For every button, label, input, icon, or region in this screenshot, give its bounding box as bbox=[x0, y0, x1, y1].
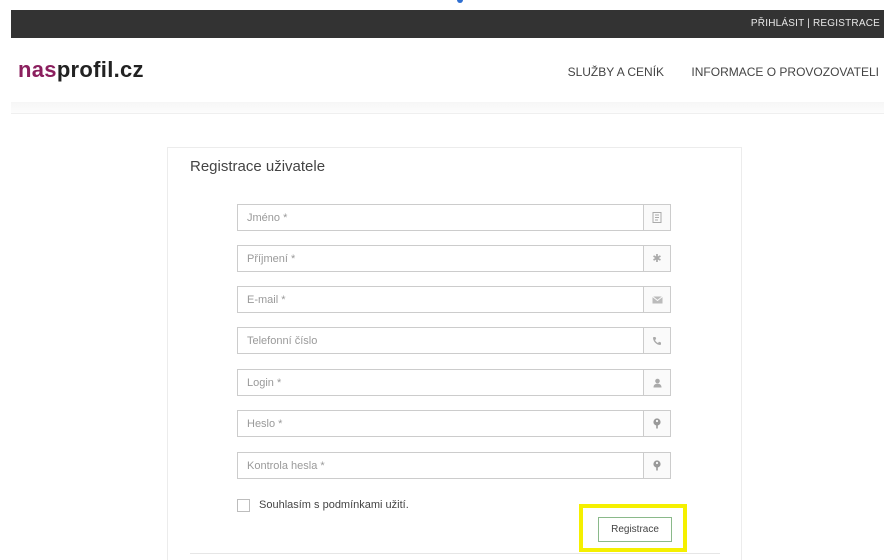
site-logo[interactable]: nasprofil.cz bbox=[18, 57, 144, 83]
terms-label[interactable]: Souhlasím s podmínkami užití. bbox=[259, 499, 409, 511]
password-confirm-input[interactable] bbox=[238, 453, 643, 478]
password-field bbox=[237, 410, 671, 437]
phone-field bbox=[237, 327, 671, 354]
page-title: Registrace uživatele bbox=[190, 158, 326, 175]
top-indicator bbox=[457, 0, 463, 3]
site-header: nasprofil.cz SLUŽBY A CENÍK INFORMACE O … bbox=[11, 38, 884, 102]
top-bar: PŘIHLÁSIT | REGISTRACE bbox=[11, 10, 884, 38]
logo-part-profil: profil.cz bbox=[56, 57, 144, 82]
asterisk-icon: ✱ bbox=[643, 246, 670, 271]
phone-input[interactable] bbox=[238, 328, 643, 353]
login-field bbox=[237, 369, 671, 396]
envelope-icon bbox=[643, 287, 670, 312]
password-confirm-field bbox=[237, 452, 671, 479]
password-input[interactable] bbox=[238, 411, 643, 436]
nav-item-services[interactable]: SLUŽBY A CENÍK bbox=[568, 65, 665, 79]
terms-row: Souhlasím s podmínkami užití. bbox=[237, 498, 409, 512]
first-name-input[interactable] bbox=[238, 205, 643, 230]
email-field bbox=[237, 286, 671, 313]
terms-checkbox[interactable] bbox=[237, 498, 250, 512]
email-input[interactable] bbox=[238, 287, 643, 312]
login-register-links[interactable]: PŘIHLÁSIT | REGISTRACE bbox=[751, 18, 880, 29]
last-name-input[interactable] bbox=[238, 246, 643, 271]
first-name-field bbox=[237, 204, 671, 231]
key-icon bbox=[643, 453, 670, 478]
last-name-field: ✱ bbox=[237, 245, 671, 272]
logo-part-nas: nas bbox=[18, 57, 57, 82]
register-button[interactable]: Registrace bbox=[598, 517, 672, 542]
id-card-icon bbox=[643, 205, 670, 230]
phone-icon bbox=[643, 328, 670, 353]
nav-item-operator-info[interactable]: INFORMACE O PROVOZOVATELI bbox=[691, 65, 879, 79]
main-nav: SLUŽBY A CENÍK INFORMACE O PROVOZOVATELI bbox=[544, 65, 879, 79]
key-icon bbox=[643, 411, 670, 436]
panel-divider bbox=[190, 553, 720, 554]
login-input[interactable] bbox=[238, 370, 643, 395]
registration-panel: Registrace uživatele ✱ bbox=[167, 147, 742, 560]
user-icon bbox=[643, 370, 670, 395]
header-divider bbox=[11, 102, 884, 114]
